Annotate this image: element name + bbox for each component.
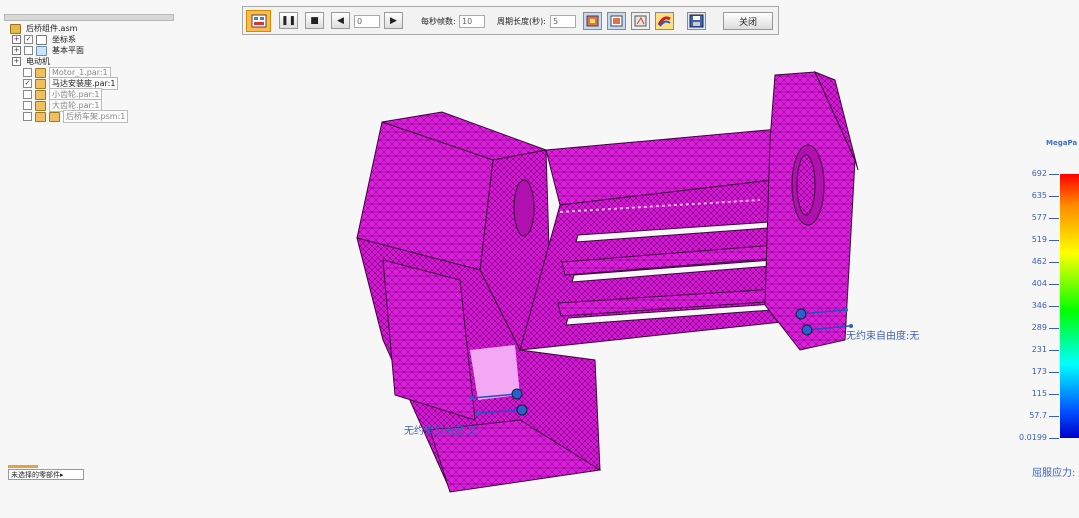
legend-title: MegaPa [1046, 139, 1078, 147]
legend-tick-label: 231 [1031, 345, 1047, 354]
legend-tick-mark [1049, 372, 1059, 373]
legend-tick-mark [1049, 306, 1059, 307]
legend-tick-label: 692 [1031, 169, 1047, 178]
legend-tick-label: 577 [1031, 213, 1047, 222]
legend-tick-mark [1049, 416, 1059, 417]
legend-tick-mark [1049, 438, 1059, 439]
fea-model-viewport[interactable] [0, 0, 1000, 518]
constraint-label-left: 无约束自由度:无 [404, 426, 478, 437]
legend-tick-label: 462 [1031, 257, 1047, 266]
legend-tick-mark [1049, 174, 1059, 175]
stress-color-bar [1060, 174, 1079, 438]
legend-tick-label: 346 [1031, 301, 1047, 310]
legend-tick-label: 115 [1031, 389, 1047, 398]
legend-tick-label: 404 [1031, 279, 1047, 288]
legend-tick-label: 57.7 [1029, 411, 1047, 420]
legend-tick-label: 0.0199 [1019, 433, 1047, 442]
constraint-label-right: 无约束自由度:无 [846, 331, 920, 342]
legend-tick-mark [1049, 394, 1059, 395]
selector-highlight [8, 465, 38, 468]
legend-tick-mark [1049, 350, 1059, 351]
legend-tick-mark [1049, 284, 1059, 285]
legend-tick-label: 289 [1031, 323, 1047, 332]
legend-tick-label: 635 [1031, 191, 1047, 200]
legend-tick-label: 519 [1031, 235, 1047, 244]
legend-tick-mark [1049, 262, 1059, 263]
legend-tick-mark [1049, 328, 1059, 329]
legend-caption: 屈服应力: [1032, 468, 1076, 479]
legend-tick-label: 173 [1031, 367, 1047, 376]
legend-tick-mark [1049, 218, 1059, 219]
component-selector[interactable]: 未选择的零部件▸ [8, 469, 84, 480]
legend-tick-mark [1049, 196, 1059, 197]
legend-tick-mark [1049, 240, 1059, 241]
